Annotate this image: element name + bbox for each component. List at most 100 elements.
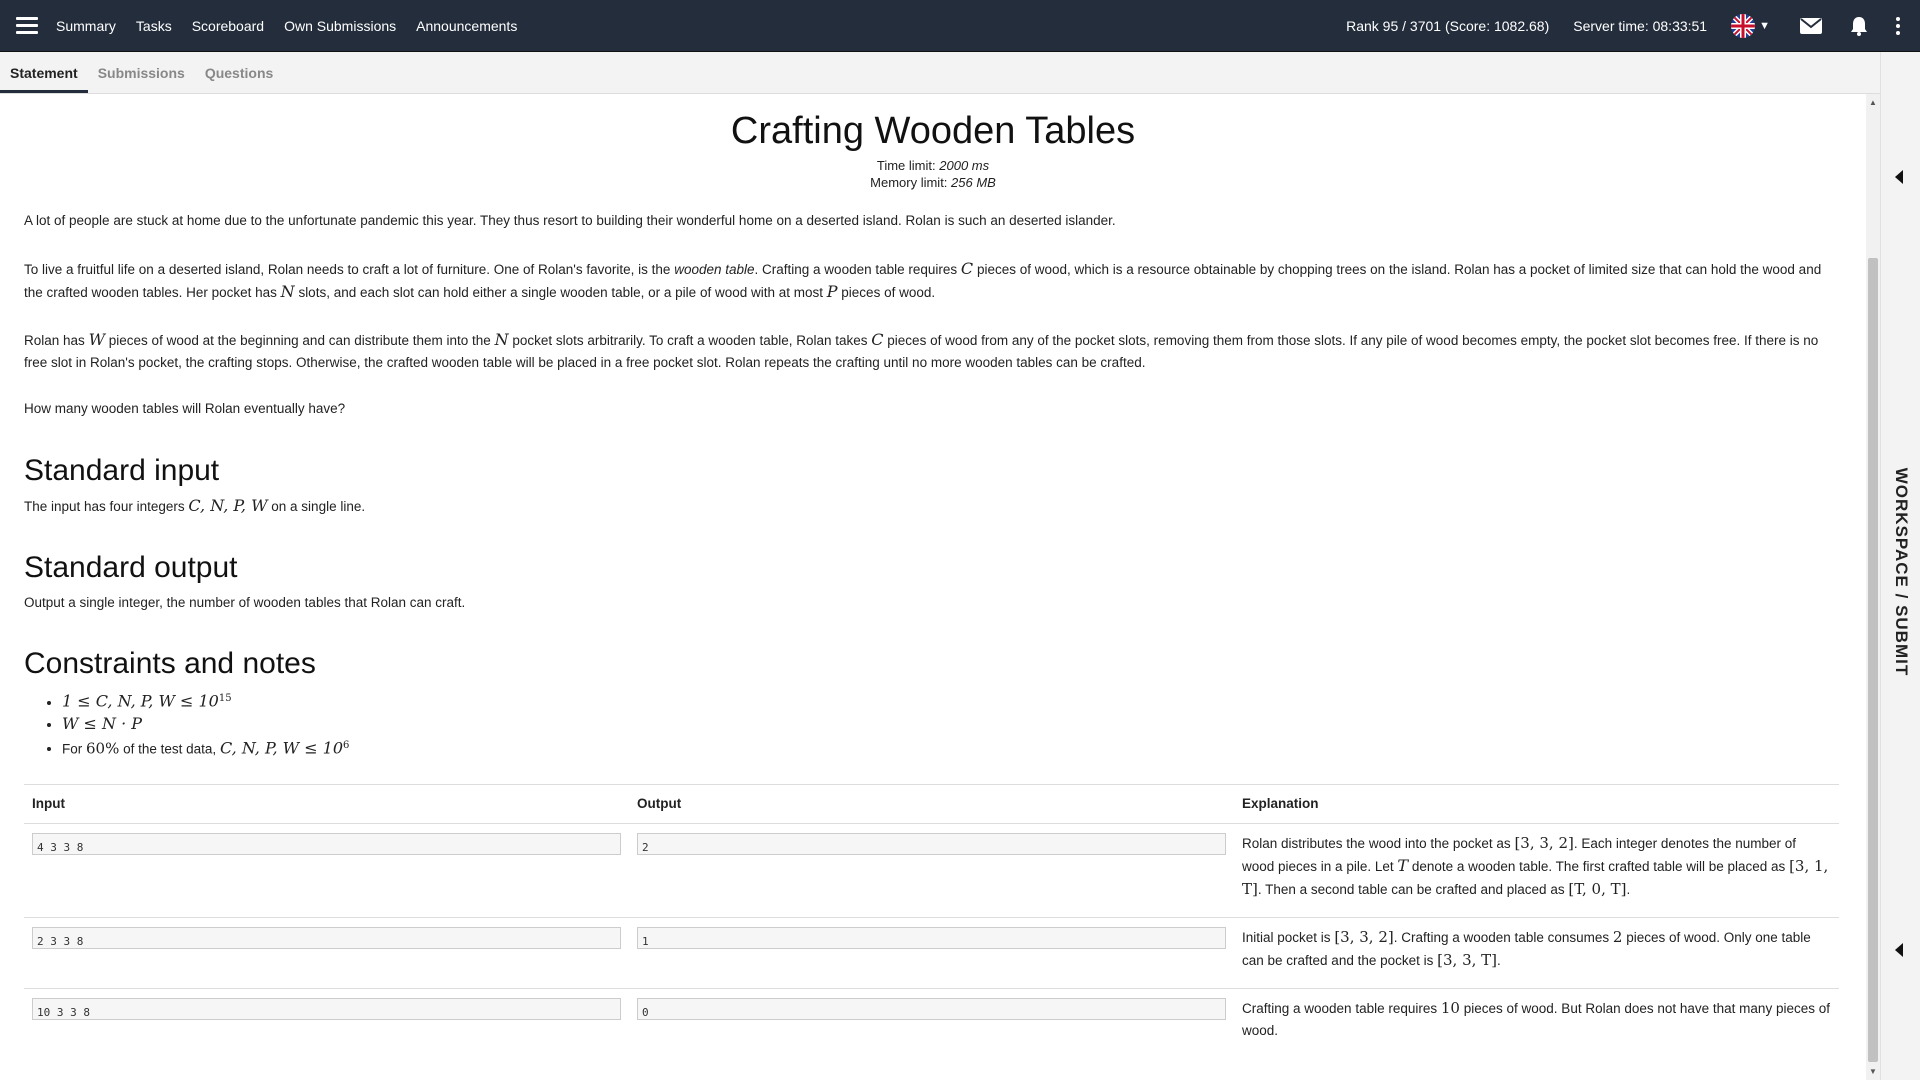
constraint-1-math: 1 ≤ C, N, P, W ≤ 10 (62, 691, 219, 711)
mail-icon[interactable] (1800, 17, 1822, 34)
expl-text: . Crafting a wooden table consumes (1393, 930, 1610, 945)
constraints-heading: Constraints and notes (24, 647, 316, 680)
example-output-cell: 0 (629, 989, 1234, 1059)
scroll-up-arrow-icon[interactable]: ▲ (1869, 98, 1877, 107)
example-input-cell: 2 3 3 8 (24, 918, 629, 988)
constraints-list: 1 ≤ C, N, P, W ≤ 1015 W ≤ N · P For 60% … (42, 688, 349, 759)
server-time: Server time: 08:33:51 (1573, 17, 1708, 34)
expl-text: denote a wooden table. The first crafted… (1411, 859, 1786, 874)
bell-icon[interactable] (1850, 16, 1868, 36)
table-row: 10 3 3 8 0 Crafting a wooden table requi… (24, 989, 1839, 1059)
p2-text-e: slots, and each slot can hold either a s… (298, 285, 823, 300)
nav-own-submissions[interactable]: Own Submissions (284, 18, 396, 34)
table-row: 4 3 3 8 2 Rolan distributes the wood int… (24, 824, 1839, 918)
math-var-c: C (871, 330, 884, 349)
constraint-2-math: W ≤ N · P (62, 713, 143, 733)
example-output-cell: 2 (629, 824, 1234, 917)
expl-text: . Then a second table can be crafted and… (1257, 882, 1565, 897)
tab-statement[interactable]: Statement (0, 52, 88, 93)
memory-limit: Memory limit: 256 MB (0, 174, 1866, 191)
tab-questions[interactable]: Questions (195, 52, 283, 93)
math-var-p: P (826, 282, 838, 301)
input-text-b: on a single line. (271, 499, 366, 514)
input-text-a: The input has four integers (24, 499, 185, 514)
constraint-3-exponent: 6 (343, 739, 350, 751)
expl-math: [T, 0, T] (1568, 880, 1627, 898)
expl-math: 10 (1440, 999, 1460, 1017)
memory-limit-value: 256 MB (951, 175, 996, 190)
caret-left-icon[interactable] (1895, 943, 1903, 957)
header-explanation: Explanation (1242, 796, 1319, 811)
workspace-side-panel: WORKSPACE / SUBMIT (1880, 52, 1920, 1080)
chevron-down-icon[interactable]: ▼ (1759, 20, 1770, 32)
math-var-c: C (960, 259, 974, 278)
nav-scoreboard[interactable]: Scoreboard (192, 18, 264, 34)
example-output-cell: 1 (629, 918, 1234, 988)
standard-input-text: The input has four integers C, N, P, W o… (24, 495, 1839, 518)
constraint-item: 1 ≤ C, N, P, W ≤ 1015 (62, 688, 349, 713)
expl-text: Rolan distributes the wood into the pock… (1242, 836, 1511, 851)
example-input-box[interactable]: 4 3 3 8 (32, 833, 621, 855)
example-explanation: Rolan distributes the wood into the pock… (1234, 824, 1839, 917)
time-limit-label: Time limit: (876, 158, 936, 173)
constraint-3-percent: 60% (86, 739, 120, 757)
math-var-n: N (280, 282, 295, 301)
example-explanation: Crafting a wooden table requires 10 piec… (1234, 989, 1839, 1059)
statement-paragraph-3: Rolan has W pieces of wood at the beginn… (24, 329, 1839, 374)
example-input-cell: 4 3 3 8 (24, 824, 629, 917)
p2-text-c: . Crafting a wooden table requires (754, 262, 958, 277)
p3-text-a: Rolan has (24, 333, 85, 348)
memory-limit-label: Memory limit: (870, 175, 948, 190)
example-input-box[interactable]: 2 3 3 8 (32, 927, 621, 949)
expl-math: T (1397, 856, 1409, 875)
more-vertical-icon[interactable] (1896, 16, 1900, 35)
examples-header-row: Input Output Explanation (24, 785, 1839, 824)
constraint-3-text-b: of the test data, (123, 741, 217, 756)
content-scrollbar[interactable]: ▲ ▼ (1866, 94, 1880, 1080)
expl-text: Crafting a wooden table requires (1242, 1001, 1438, 1016)
constraint-3-math: C, N, P, W ≤ 10 (219, 738, 344, 757)
example-output-box[interactable]: 2 (637, 833, 1226, 855)
example-explanation: Initial pocket is [3, 3, 2]. Crafting a … (1234, 918, 1839, 988)
standard-output-text: Output a single integer, the number of w… (24, 595, 466, 610)
example-output-box[interactable]: 1 (637, 927, 1226, 949)
expl-text: . (1626, 882, 1631, 897)
constraint-1-exponent: 15 (218, 693, 232, 704)
example-input-box[interactable]: 10 3 3 8 (32, 998, 621, 1020)
statement-paragraph-2: To live a fruitful life on a deserted is… (24, 258, 1839, 304)
constraint-item: For 60% of the test data, C, N, P, W ≤ 1… (62, 735, 349, 760)
p3-text-b: pieces of wood at the beginning and can … (108, 333, 491, 348)
math-var-w: W (88, 330, 106, 349)
expl-math: [3, 3, T] (1437, 951, 1498, 969)
uk-flag-icon[interactable] (1731, 13, 1756, 38)
menu-icon[interactable] (16, 17, 38, 34)
constraint-3-text-a: For (62, 741, 83, 756)
expl-text: . (1497, 953, 1501, 968)
statement-question: How many wooden tables will Rolan eventu… (24, 401, 346, 416)
tab-submissions[interactable]: Submissions (88, 52, 195, 93)
examples-table: Input Output Explanation 4 3 3 8 2 Rolan… (24, 784, 1839, 1059)
rank-status: Rank 95 / 3701 (Score: 1082.68) (1346, 17, 1550, 34)
scrollbar-thumb[interactable] (1868, 258, 1878, 1062)
problem-statement: Crafting Wooden Tables Time limit: 2000 … (0, 94, 1866, 1080)
nav-summary[interactable]: Summary (56, 18, 116, 34)
math-var-n: N (494, 330, 509, 349)
constraint-item: W ≤ N · P (62, 713, 349, 735)
time-limit-value: 2000 ms (939, 158, 990, 173)
nav-announcements[interactable]: Announcements (416, 18, 517, 34)
workspace-submit-toggle[interactable]: WORKSPACE / SUBMIT (1891, 468, 1911, 676)
p2-text-f: pieces of wood. (841, 285, 936, 300)
top-navbar: Summary Tasks Scoreboard Own Submissions… (0, 0, 1920, 52)
input-vars-math: C, N, P, W (188, 496, 268, 515)
example-output-box[interactable]: 0 (637, 998, 1226, 1020)
scroll-down-arrow-icon[interactable]: ▼ (1869, 1067, 1877, 1076)
caret-left-icon[interactable] (1895, 170, 1903, 184)
problem-title: Crafting Wooden Tables (730, 110, 1136, 152)
expl-math: [3, 3, 2] (1334, 928, 1394, 946)
header-output: Output (637, 796, 682, 811)
time-limit: Time limit: 2000 ms (0, 157, 1866, 174)
nav-tasks[interactable]: Tasks (136, 18, 172, 34)
expl-text: Initial pocket is (1242, 930, 1331, 945)
p2-text-a: To live a fruitful life on a deserted is… (24, 262, 671, 277)
p3-text-c: pocket slots arbitrarily. To craft a woo… (512, 333, 868, 348)
